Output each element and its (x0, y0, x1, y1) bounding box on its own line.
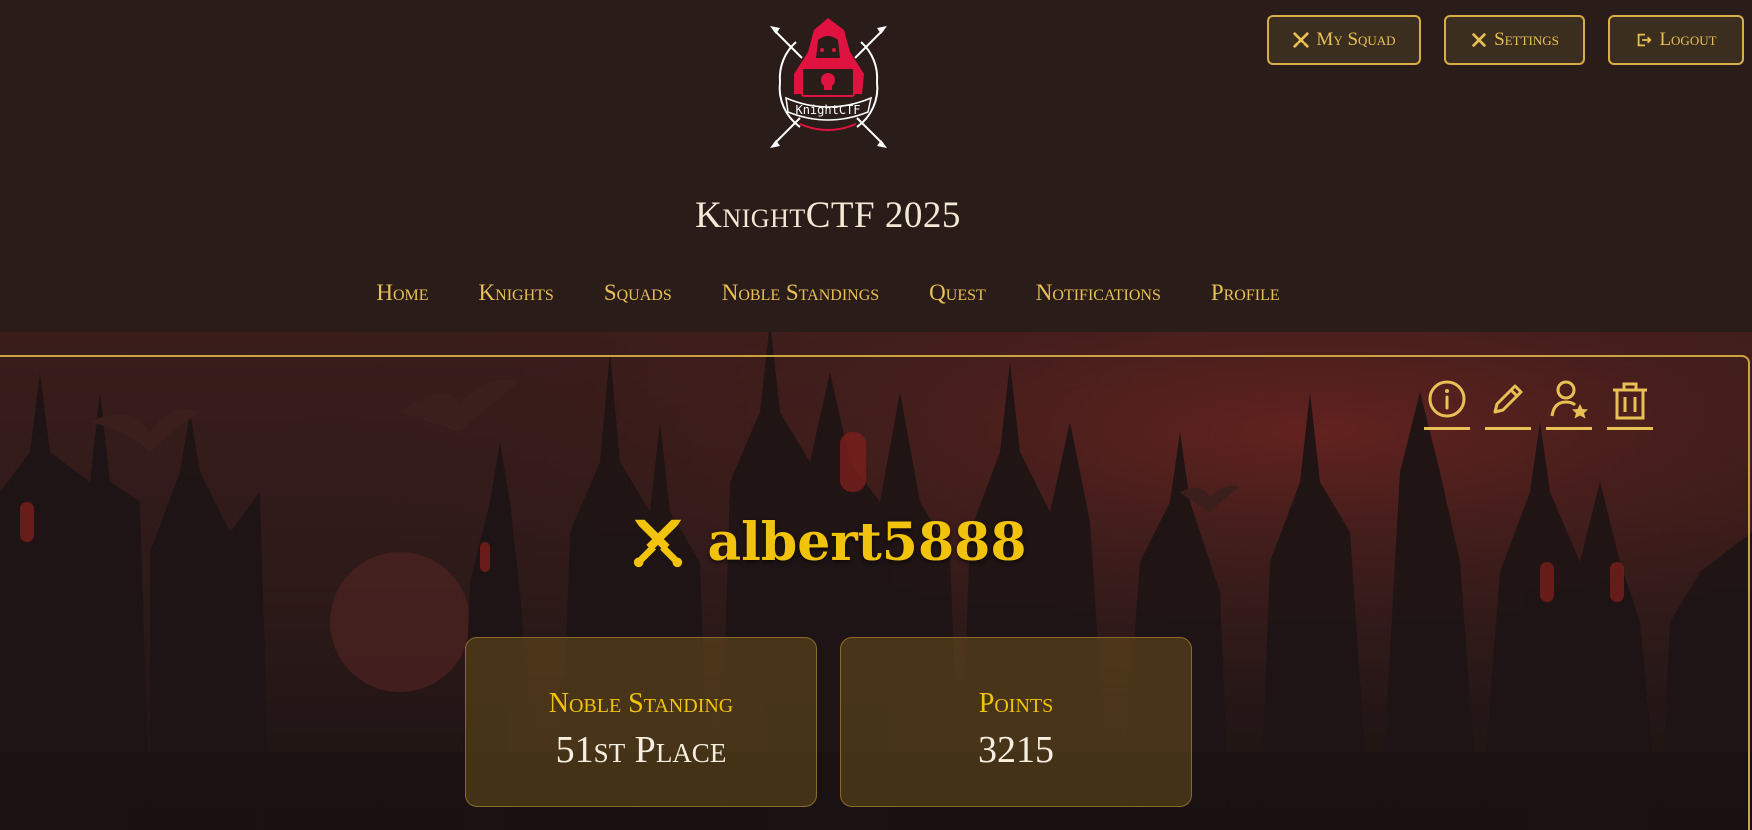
nav-noble-standings[interactable]: Noble Standings (722, 280, 879, 306)
nav-home[interactable]: Home (376, 280, 428, 306)
user-star-icon (1550, 380, 1588, 419)
profile-tools (1424, 378, 1653, 430)
wrench-icon (1472, 33, 1486, 47)
nav-knights[interactable]: Knights (479, 280, 554, 306)
nav-squads[interactable]: Squads (604, 280, 672, 306)
edit-underline (1485, 427, 1531, 430)
settings-label: Settings (1494, 29, 1559, 50)
nav-notifications[interactable]: Notifications (1036, 280, 1161, 306)
profile-heading: albert5888 (0, 512, 1656, 573)
info-icon (1428, 380, 1466, 418)
noble-standing-value: 51st Place (555, 729, 727, 771)
site-header: KnightCTF KnightCTF 2025 Home Knights Sq… (0, 0, 1752, 332)
main-nav: Home Knights Squads Noble Standings Ques… (0, 280, 1656, 306)
crossed-swords-icon (634, 519, 683, 567)
edit-icon (1493, 384, 1523, 414)
nav-profile[interactable]: Profile (1211, 280, 1280, 306)
swords-icon (1293, 32, 1310, 48)
achievements-button[interactable] (1546, 378, 1592, 430)
username: albert5888 (707, 512, 1027, 573)
knightctf-logo[interactable]: KnightCTF (766, 12, 891, 152)
app-root: KnightCTF KnightCTF 2025 Home Knights Sq… (0, 0, 1752, 830)
logout-button[interactable]: Logout (1608, 15, 1744, 65)
my-squad-label: My Squad (1316, 29, 1396, 50)
nav-quest[interactable]: Quest (929, 280, 986, 306)
achievements-underline (1546, 427, 1592, 430)
delete-underline (1607, 427, 1653, 430)
info-button[interactable] (1424, 378, 1470, 430)
my-squad-button[interactable]: My Squad (1267, 15, 1421, 65)
points-value: 3215 (978, 729, 1054, 771)
trash-icon (1613, 382, 1647, 420)
logout-icon (1638, 33, 1653, 47)
noble-standing-label: Noble Standing (548, 688, 734, 719)
logo-text: KnightCTF (795, 103, 860, 117)
settings-button[interactable]: Settings (1444, 15, 1585, 65)
points-card: Points 3215 (840, 637, 1192, 807)
logout-label: Logout (1659, 29, 1717, 50)
site-title: KnightCTF 2025 (695, 195, 961, 236)
noble-standing-card: Noble Standing 51st Place (465, 637, 817, 807)
delete-button[interactable] (1607, 378, 1653, 430)
edit-button[interactable] (1485, 378, 1531, 430)
info-underline (1424, 427, 1470, 430)
points-label: Points (978, 688, 1054, 719)
